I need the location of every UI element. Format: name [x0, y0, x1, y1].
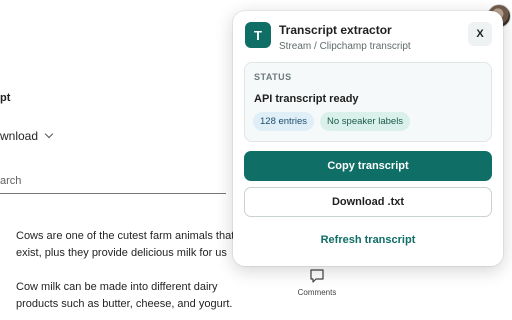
entries-badge: 128 entries [253, 112, 315, 131]
speaker-labels-badge: No speaker labels [320, 112, 411, 131]
popup-title: Transcript extractor [279, 23, 392, 37]
transcript-extractor-popup: T Transcript extractor Stream / Clipcham… [233, 11, 503, 266]
download-txt-button[interactable]: Download .txt [244, 187, 492, 217]
status-heading: STATUS [254, 72, 292, 82]
status-text: API transcript ready [254, 93, 359, 105]
search-placeholder: arch [0, 175, 22, 187]
download-dropdown-label: wnload [0, 129, 39, 143]
comments-label: Comments [297, 288, 337, 297]
status-badges: 128 entries No speaker labels [253, 112, 411, 131]
popup-subtitle: Stream / Clipchamp transcript [279, 41, 411, 52]
search-input[interactable]: arch [0, 172, 226, 194]
app-icon: T [245, 22, 271, 48]
close-button[interactable]: X [468, 22, 492, 46]
chevron-down-icon [44, 129, 54, 139]
comments-button[interactable]: Comments [296, 268, 338, 297]
copy-transcript-button[interactable]: Copy transcript [244, 151, 492, 181]
comment-icon [310, 269, 324, 283]
status-card: STATUS API transcript ready 128 entries … [244, 62, 492, 142]
transcript-paragraph: Cows are one of the cutest farm animals … [16, 230, 235, 259]
transcript-paragraph: Cow milk can be made into different dair… [16, 281, 233, 310]
refresh-transcript-button[interactable]: Refresh transcript [244, 225, 492, 255]
document-title-fragment: pt [0, 92, 11, 104]
download-dropdown[interactable]: wnload [0, 129, 54, 143]
